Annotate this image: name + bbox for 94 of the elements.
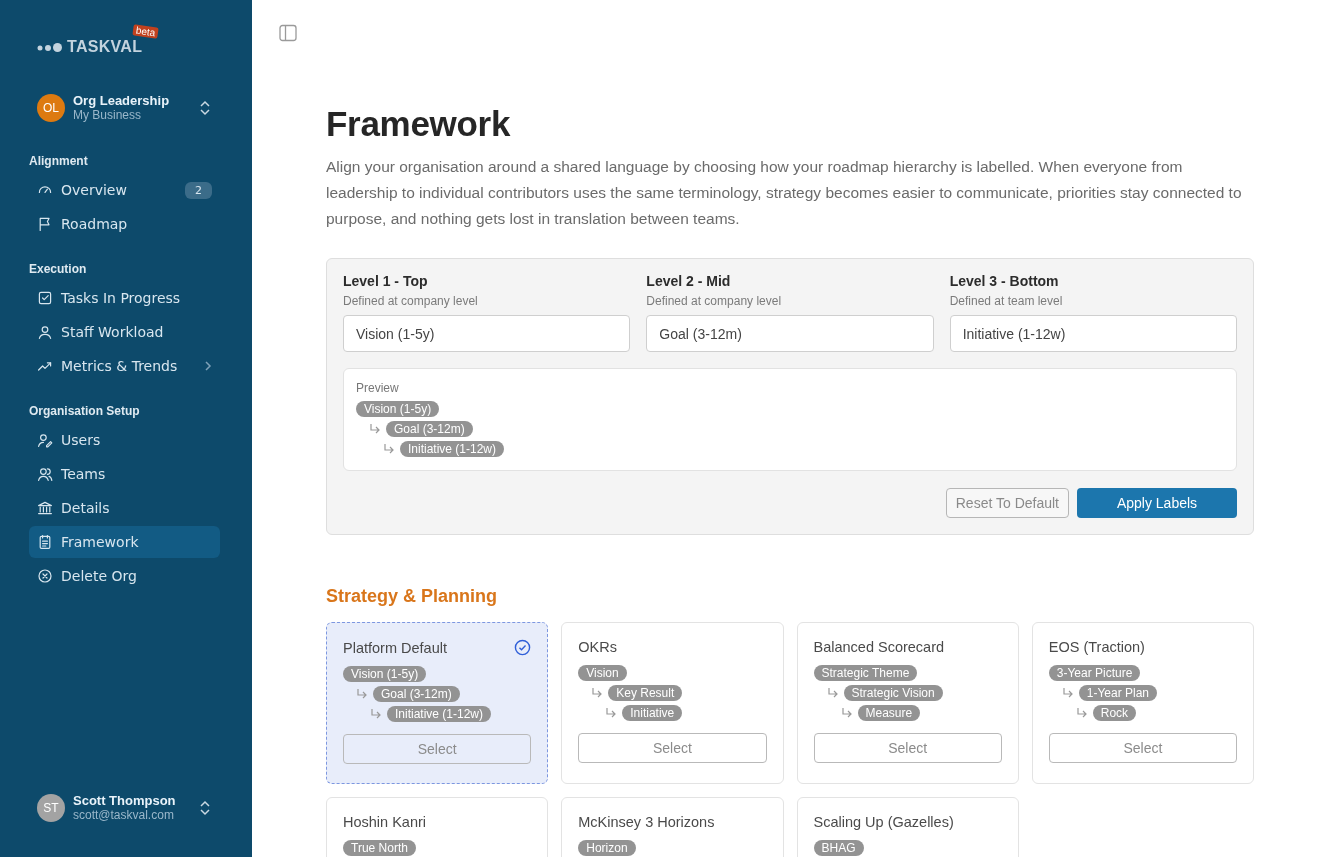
check-circle-icon <box>514 639 532 656</box>
framework-title: Hoshin Kanri <box>343 814 426 830</box>
section-heading: Alignment <box>29 154 89 168</box>
hook-arrow-icon <box>384 444 394 454</box>
nav-icon <box>37 500 53 516</box>
hook-arrow-icon <box>357 689 367 699</box>
hook-arrow-icon <box>371 709 381 719</box>
level-tag: Horizon <box>578 840 636 856</box>
section-heading: Organisation Setup <box>29 404 141 418</box>
framework-title: EOS (Traction) <box>1048 639 1145 655</box>
hook-arrow-icon <box>1076 708 1087 718</box>
nav-item[interactable]: Framework <box>29 526 220 558</box>
select-button[interactable]: Select <box>578 733 767 763</box>
nav-icon <box>37 466 53 482</box>
page-title: Framework <box>326 104 512 144</box>
level-tag: 3-Year Picture <box>1048 665 1141 681</box>
nav-item[interactable]: Tasks In Progress <box>29 282 220 314</box>
level-tag: Vision <box>578 665 627 681</box>
nav-item[interactable]: Roadmap <box>29 208 220 240</box>
level-input[interactable]: Initiative (1-12w) <box>949 315 1237 352</box>
level-tag: Initiative (1-12w) <box>387 706 492 722</box>
apply-button[interactable]: Apply Labels <box>1077 488 1237 518</box>
level-tag: Goal (3-12m) <box>386 421 473 437</box>
beta-tag: beta <box>132 24 160 39</box>
expand-collapse-icon[interactable] <box>199 799 211 816</box>
hook-arrow-icon <box>841 708 852 718</box>
framework-card[interactable]: Balanced Scorecard Strategic Theme Strategic Vision Measure Select <box>796 622 1019 784</box>
level-tag: Strategic Theme <box>813 665 918 681</box>
level-tag: Key Result <box>608 685 683 701</box>
section-title: Strategy & Planning <box>326 586 499 607</box>
framework-title: Platform Default <box>343 639 447 656</box>
level-hint: Defined at company level <box>343 294 479 308</box>
nav-item[interactable]: Delete Org <box>29 560 220 592</box>
level-title: Level 2 - Mid <box>646 273 732 289</box>
nav-icon <box>37 216 53 232</box>
nav-icon <box>37 568 53 584</box>
expand-collapse-icon[interactable] <box>199 99 211 116</box>
level-title: Level 3 - Bottom <box>949 273 1060 289</box>
level-tag: Initiative (1-12w) <box>400 441 505 457</box>
framework-card[interactable]: McKinsey 3 Horizons Horizon <box>561 797 784 857</box>
level-tag: Goal (3-12m) <box>373 686 460 702</box>
framework-card[interactable]: OKRs Vision Key Result Initiative Select <box>561 622 784 784</box>
select-button[interactable]: Select <box>813 733 1002 763</box>
nav-item[interactable]: Staff Workload <box>29 316 220 348</box>
framework-card[interactable]: EOS (Traction) 3-Year Picture 1-Year Plan Rock Select <box>1031 622 1254 784</box>
org-avatar: OL <box>37 93 65 122</box>
level-title: Level 1 - Top <box>343 273 429 289</box>
framework-title: McKinsey 3 Horizons <box>578 814 715 830</box>
org-subtitle: My Business <box>73 108 143 122</box>
user-name: Scott Thompson <box>73 793 177 808</box>
org-name: Org Leadership <box>73 93 171 108</box>
level-input[interactable]: Goal (3-12m) <box>646 315 934 352</box>
nav-item[interactable]: Teams <box>29 458 220 490</box>
preview-label: Preview <box>356 381 400 395</box>
count-badge: 2 <box>185 181 212 199</box>
level-tag: Vision (1-5y) <box>356 401 440 417</box>
user-avatar: ST <box>37 793 65 822</box>
nav-icon <box>37 290 53 306</box>
hook-arrow-icon <box>592 688 603 698</box>
nav-item[interactable]: Overview 2 <box>29 174 220 206</box>
framework-card[interactable]: Scaling Up (Gazelles) BHAG <box>796 797 1019 857</box>
level-input[interactable]: Vision (1-5y) <box>343 315 631 352</box>
framework-card[interactable]: Hoshin Kanri True North <box>326 797 549 857</box>
level-tag: Rock <box>1092 705 1137 721</box>
level-tag: 1-Year Plan <box>1078 685 1158 701</box>
framework-title: Scaling Up (Gazelles) <box>813 814 954 830</box>
hook-arrow-icon <box>606 708 617 718</box>
level-hint: Defined at team level <box>949 294 1064 308</box>
hook-arrow-icon <box>1062 688 1073 698</box>
nav-item[interactable]: Details <box>29 492 220 524</box>
user-email: scott@taskval.com <box>73 808 175 822</box>
level-tag: Strategic Vision <box>843 685 943 701</box>
page-description: Align your organisation around a shared language by choosing how your roadmap hierarchy is labelled. When everyone from leadership to individual contributors uses the same terminology, strategy becomes easier to communicate, priorities stay connected to purpose, and nothing gets lost in translation between teams. <box>326 157 1243 229</box>
framework-title: OKRs <box>578 639 617 655</box>
logo-dots-icon <box>37 42 63 52</box>
level-hint: Defined at company level <box>646 294 783 308</box>
select-button[interactable]: Select <box>1048 733 1237 763</box>
nav-icon <box>37 324 53 340</box>
hook-arrow-icon <box>370 424 380 434</box>
section-heading: Execution <box>29 262 88 276</box>
level-tag: Initiative <box>622 705 683 721</box>
nav-item[interactable]: Users <box>29 424 220 456</box>
nav-item[interactable]: Metrics & Trends <box>29 350 220 382</box>
framework-title: Balanced Scorecard <box>813 639 945 655</box>
level-tag: BHAG <box>813 840 864 856</box>
hook-arrow-icon <box>827 688 838 698</box>
level-tag: True North <box>343 840 416 856</box>
sidebar-toggle-icon[interactable] <box>279 24 297 42</box>
level-tag: Measure <box>857 705 921 721</box>
nav-icon <box>37 432 53 448</box>
logo-text: TASKVAL <box>67 38 143 56</box>
framework-card[interactable]: Platform Default Vision (1-5y) Goal (3-12m) Initiative (1-12w) Select <box>326 622 549 784</box>
nav-icon <box>37 534 53 550</box>
level-tag: Vision (1-5y) <box>343 666 427 682</box>
